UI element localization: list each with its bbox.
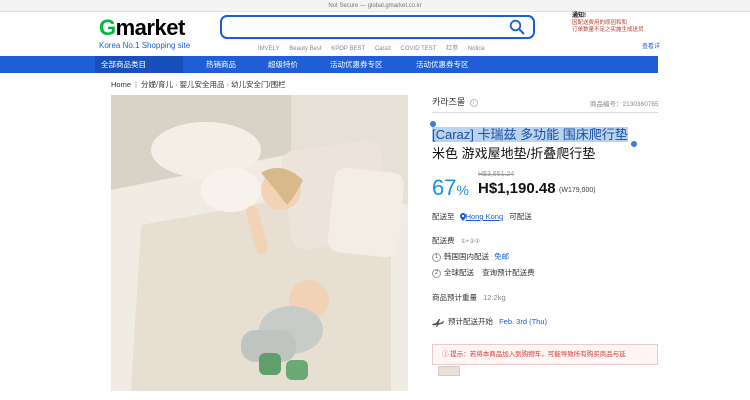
breadcrumb: Home | 分娩/育儿 › 婴儿安全用品 › 幼儿安全门/围栏 <box>111 79 286 90</box>
category-nav: 全部商品类目 热销商品 超级特价 活动优惠券专区 活动优惠券专区 <box>0 56 658 73</box>
krw-price: (W179,000) <box>559 187 596 194</box>
quick-link[interactable]: 红参 <box>446 46 458 52</box>
shipping-fee-label: 配送费 <box>432 236 455 245</box>
notice-link[interactable]: 查看详 <box>642 41 660 50</box>
notice-title: 通知! <box>572 13 586 19</box>
quick-link[interactable]: Beauty Best <box>289 46 321 52</box>
quick-link[interactable]: Caraz <box>375 46 391 52</box>
original-price: H$3,651.24 <box>478 171 515 178</box>
cart-warning-banner: ⓘ 提示：若将本商品加入到购物车，可能导致所有购买商品与延 <box>432 344 658 365</box>
brand-shop-link[interactable]: 카라즈몰 i <box>432 95 478 108</box>
quick-link[interactable]: Notice <box>468 46 485 52</box>
delivery-row: 预计配送开始 Feb. 3rd (Thu) <box>432 316 547 327</box>
notice-text: 因配送费用的原因和和 订单数量不足之实施生成送货 <box>572 20 644 33</box>
delivery-value: Feb. 3rd (Thu) <box>499 317 548 326</box>
gmarket-logo[interactable]: Gmarket Korea No.1 Shopping site <box>99 17 191 51</box>
quick-link[interactable]: IMVELY <box>258 46 280 52</box>
search-icon <box>509 19 525 35</box>
site-header: Gmarket Korea No.1 Shopping site IMVELY … <box>0 12 750 56</box>
breadcrumb-item[interactable]: 幼儿安全门/围栏 <box>231 80 286 89</box>
breadcrumb-home[interactable]: Home <box>111 80 131 89</box>
domestic-shipping-row: 1 韩国国内配送 免邮 <box>432 251 509 262</box>
quick-link[interactable]: COVID TEST <box>401 46 437 52</box>
airplane-icon <box>432 318 444 327</box>
delivery-label: 预计配送开始 <box>448 317 493 326</box>
product-title-selected: [Caraz] 卡瑞兹 多功能 围床爬行垫 <box>432 127 628 142</box>
browser-url-bar[interactable]: Not Secure — global.gmarket.co.kr <box>0 0 750 12</box>
ship-to-location-link[interactable]: Hong Kong <box>459 212 506 222</box>
all-categories-button[interactable]: 全部商品类目 <box>95 56 183 73</box>
nav-item-coupons-2[interactable]: 活动优惠券专区 <box>416 56 469 73</box>
quick-links: IMVELY Beauty Best KPOP BEST Caraz COVID… <box>258 43 493 52</box>
weight-row: 商品预计重量 12.2kg <box>432 292 506 303</box>
ship-to-row: 配送至 Hong Kong 可配送 <box>432 211 532 222</box>
logo-tagline: Korea No.1 Shopping site <box>99 41 191 50</box>
search-input[interactable] <box>220 15 535 39</box>
product-title: [Caraz] 卡瑞兹 多功能 围床爬行垫 米色 游戏屋地垫/折叠爬行垫 <box>432 125 658 163</box>
discount-rate: 67% <box>432 175 469 200</box>
product-image[interactable] <box>111 95 408 391</box>
selection-start-handle[interactable] <box>430 121 436 127</box>
ship-to-label: 配送至 <box>432 212 455 221</box>
nav-item-hot[interactable]: 热销商品 <box>206 56 236 73</box>
nav-item-coupons[interactable]: 活动优惠券专区 <box>330 56 383 73</box>
chevron-down-icon: › <box>226 80 230 89</box>
breadcrumb-item[interactable]: 婴儿安全用品 <box>180 80 225 89</box>
product-number: 商品编号：2130360765 <box>590 101 659 108</box>
global-shipping-row: 2 全球配送 查询预计配送费 <box>432 267 535 278</box>
domestic-shipping-label: 韩国国内配送 <box>444 252 489 261</box>
divider <box>432 112 658 113</box>
product-photo-illustration <box>111 95 408 391</box>
quick-link[interactable]: KPOP BEST <box>331 46 365 52</box>
notice-box: 通知! 因配送费用的原因和和 订单数量不足之实施生成送货 <box>572 13 658 34</box>
search-button[interactable] <box>509 19 525 35</box>
option-thumbnail[interactable] <box>438 366 460 376</box>
breadcrumb-item[interactable]: 分娩/育儿 <box>141 80 173 89</box>
step-number-badge: 2 <box>432 268 441 278</box>
sale-price: H$1,190.48 <box>478 180 556 197</box>
step-number-badge: 1 <box>432 252 441 262</box>
selection-end-handle[interactable] <box>631 141 637 147</box>
info-icon: i <box>469 98 478 107</box>
chevron-down-icon: › <box>175 80 178 89</box>
domestic-shipping-value: 免邮 <box>494 252 510 261</box>
breadcrumb-separator: | <box>135 80 137 89</box>
price-section: 67% H$3,651.24 H$1,190.48 (W179,000) <box>432 169 658 200</box>
url-text: Not Secure — global.gmarket.co.kr <box>328 3 422 9</box>
shipping-fee-row: 配送费 ①+②① <box>432 235 480 246</box>
weight-label: 商品预计重量 <box>432 293 477 302</box>
product-title-rest: 米色 游戏屋地垫/折叠爬行垫 <box>432 146 596 161</box>
shipping-fee-note[interactable]: ①+②① <box>461 239 481 245</box>
estimate-shipping-link[interactable]: 查询预计配送费 <box>482 268 535 277</box>
global-shipping-label: 全球配送 <box>444 268 474 277</box>
nav-item-deals[interactable]: 超级特价 <box>268 56 298 73</box>
weight-value: 12.2kg <box>483 293 506 302</box>
ship-to-status: 可配送 <box>509 212 532 221</box>
